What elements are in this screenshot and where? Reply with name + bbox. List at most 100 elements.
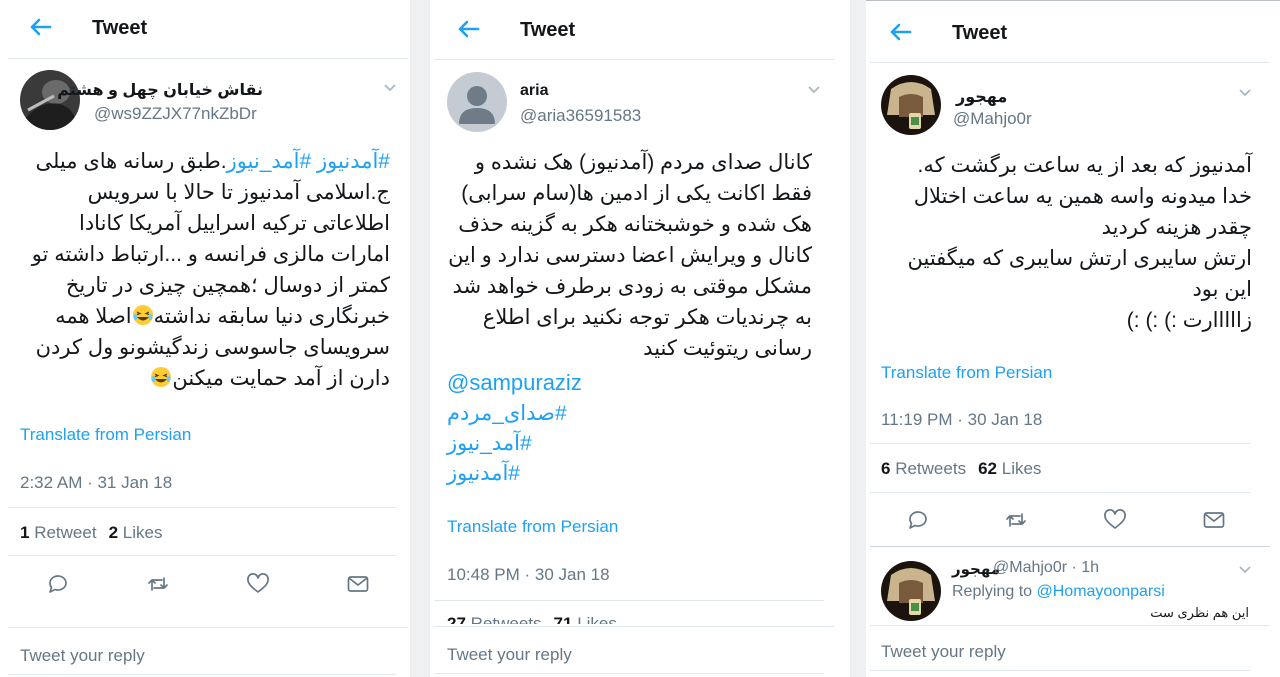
direct-message-icon[interactable]: [346, 573, 370, 595]
back-arrow-icon[interactable]: [454, 15, 482, 43]
tweet-timestamp: 10:48 PM · 30 Jan 18: [447, 565, 610, 584]
reply-divider: [8, 627, 408, 628]
chevron-down-icon[interactable]: [383, 83, 397, 93]
tweet-line: کمتر از دوسال ؛همچین چیزی در تاریخ: [65, 274, 390, 297]
hashtag-link[interactable]: #آمدنیوز: [447, 458, 520, 489]
header-divider: [434, 59, 834, 60]
reply-meta: @Mahjo0r · 1h: [993, 559, 1100, 576]
tweet-stats: 27 Retweets 71 Likes: [447, 614, 617, 624]
tweet-panel-middle: Tweet aria @aria36591583 کانال صدای مردم…: [430, 0, 850, 677]
actions-divider: [8, 555, 396, 556]
tweet-line: زااااارت :) :) :): [1126, 309, 1252, 332]
tweet-line: خدا میدونه واسه همین یه ساعت اختلال: [913, 185, 1252, 208]
tweet-line: چقدر هزینه کردید: [1101, 216, 1252, 239]
hashtag-link[interactable]: #آمدنیوز #آمد_نیوز: [227, 150, 390, 173]
retweet-icon[interactable]: [146, 573, 170, 595]
avatar[interactable]: [447, 72, 507, 132]
tweet-stats: 1 Retweet 2 Likes: [20, 523, 162, 543]
reply-input[interactable]: Tweet your reply: [20, 646, 145, 666]
like-heart-icon[interactable]: [246, 573, 270, 595]
header-title: Tweet: [520, 19, 576, 41]
stats-clip: 27 Retweets 71 Likes: [430, 612, 850, 624]
panel-separator: [410, 0, 430, 677]
tweet-line: به چرندیات هکر توجه نکنید برای اطلاع: [482, 306, 812, 329]
stats-divider: [8, 507, 396, 508]
reply-input[interactable]: Tweet your reply: [447, 645, 572, 665]
reply-input[interactable]: Tweet your reply: [881, 642, 1006, 662]
chevron-down-icon[interactable]: [1238, 565, 1252, 575]
mention-link[interactable]: @sampuraziz: [447, 368, 582, 398]
user-name[interactable]: aria: [520, 82, 548, 100]
tweet-line: سرویسای جاسوسی زندگیشونو ول کردن: [35, 336, 390, 359]
hashtag-link[interactable]: #صدای_مردم: [447, 398, 567, 429]
laughing-emoji-icon: [132, 305, 153, 325]
retweet-icon[interactable]: [1004, 509, 1028, 531]
tweet-timestamp: 2:32 AM · 31 Jan 18: [20, 473, 173, 492]
panel-header: Tweet: [454, 19, 834, 41]
reply-divider: [870, 625, 1270, 626]
tweet-line: ارتش سایبری ارتش سایبری که میگفتین: [907, 247, 1252, 270]
tweet-line: اطلاعاتی ترکیه اسراییل آمریکا کانادا: [79, 212, 390, 235]
tweet-line: #آمدنیوز #آمد_نیوز.طبق رسانه های میلی: [35, 150, 390, 173]
header-divider: [8, 58, 408, 59]
translate-link[interactable]: Translate from Persian: [20, 425, 191, 445]
avatar[interactable]: [20, 70, 80, 130]
tweet-line: کانال صدای مردم (آمدنیوز) هک نشده و: [474, 151, 812, 174]
tweet-line: امارات مالزی فرانسه و ...ارتباط داشته تو: [31, 243, 390, 266]
tweet-line: کانال و ویرایش اعضا دسترسی ندارد و این: [448, 244, 812, 267]
replying-to: Replying to @Homayoonparsi: [952, 583, 1165, 600]
likes-stat[interactable]: 71 Likes: [554, 614, 617, 624]
user-handle[interactable]: @Mahjo0r: [953, 109, 1032, 129]
tweet-panel-right: Tweet مهجور @Mahjo0r آمدنیوز که بعد از ی…: [866, 0, 1280, 677]
tweet-line: رسانی ریتوئیت کنید: [643, 337, 812, 360]
reply-text: این هم نظری ست: [1150, 605, 1249, 620]
reply-divider: [434, 626, 834, 627]
user-name[interactable]: مهجور: [956, 87, 1007, 107]
retweets-stat[interactable]: 6 Retweets: [881, 459, 966, 478]
back-arrow-icon[interactable]: [26, 13, 54, 41]
tweet-line: این بود: [1192, 278, 1252, 301]
tweet-line: آمدنیوز که بعد از یه ساعت برگشت که.: [917, 154, 1252, 177]
tweet-text: کانال صدای مردم (آمدنیوز) هک نشده و فقط …: [442, 147, 812, 364]
tweet-stats: 6 Retweets 62 Likes: [881, 459, 1041, 479]
likes-stat[interactable]: 2 Likes: [109, 523, 163, 542]
retweets-stat[interactable]: 1 Retweet: [20, 523, 97, 542]
tweet-text: آمدنیوز که بعد از یه ساعت برگشت که. خدا …: [882, 150, 1252, 336]
header-title: Tweet: [92, 17, 148, 39]
stats-divider: [870, 443, 1250, 444]
like-heart-icon[interactable]: [1103, 509, 1127, 531]
user-handle[interactable]: @aria36591583: [520, 106, 641, 126]
tweet-line: هک شده و خوشبختانه هکر به گزینه حذف: [458, 213, 812, 236]
translate-link[interactable]: Translate from Persian: [447, 517, 618, 537]
tweet-line: خبرنگاری دنیا سابقه نداشتهاصلا همه: [55, 305, 390, 328]
reply-icon[interactable]: [46, 573, 70, 595]
back-arrow-icon[interactable]: [886, 18, 914, 46]
hashtag-link[interactable]: #آمد_نیوز: [447, 428, 532, 459]
reply-icon[interactable]: [906, 509, 930, 531]
replying-to-link[interactable]: @Homayoonparsi: [1037, 583, 1165, 600]
reply-avatar[interactable]: [881, 561, 941, 621]
header-title: Tweet: [952, 22, 1008, 44]
user-handle[interactable]: @ws9ZZJX77nkZbDr: [94, 104, 257, 124]
user-name[interactable]: نقاش خیابان چهل و هشتم: [57, 80, 263, 100]
reply-underline: [8, 674, 396, 675]
header-divider: [870, 62, 1270, 63]
direct-message-icon[interactable]: [1202, 509, 1226, 531]
tweet-line: مشکل موقتی به زودی برطرف خواهد شد: [452, 275, 812, 298]
translate-link[interactable]: Translate from Persian: [881, 363, 1052, 383]
actions-divider: [870, 492, 1250, 493]
likes-stat[interactable]: 62 Likes: [978, 459, 1041, 478]
panel-header: Tweet: [886, 22, 1266, 44]
chevron-down-icon[interactable]: [807, 85, 821, 95]
avatar[interactable]: [881, 75, 941, 135]
laughing-emoji-icon: [151, 367, 172, 387]
stats-divider: [434, 600, 824, 601]
tweet-timestamp: 11:19 PM · 30 Jan 18: [881, 410, 1043, 429]
tweet-line: ج.اسلامی آمدنیوز تا حالا با سرویس: [87, 181, 390, 204]
tweet-text: #آمدنیوز #آمد_نیوز.طبق رسانه های میلی ج.…: [10, 146, 390, 394]
chevron-down-icon[interactable]: [1238, 88, 1252, 98]
retweets-stat[interactable]: 27 Retweets: [447, 614, 542, 624]
reply-underline: [870, 670, 1250, 671]
reply-underline: [434, 673, 824, 674]
tweet-panel-left: Tweet نقاش خیابان چهل و هشتم @ws9ZZJX77n…: [0, 0, 410, 677]
